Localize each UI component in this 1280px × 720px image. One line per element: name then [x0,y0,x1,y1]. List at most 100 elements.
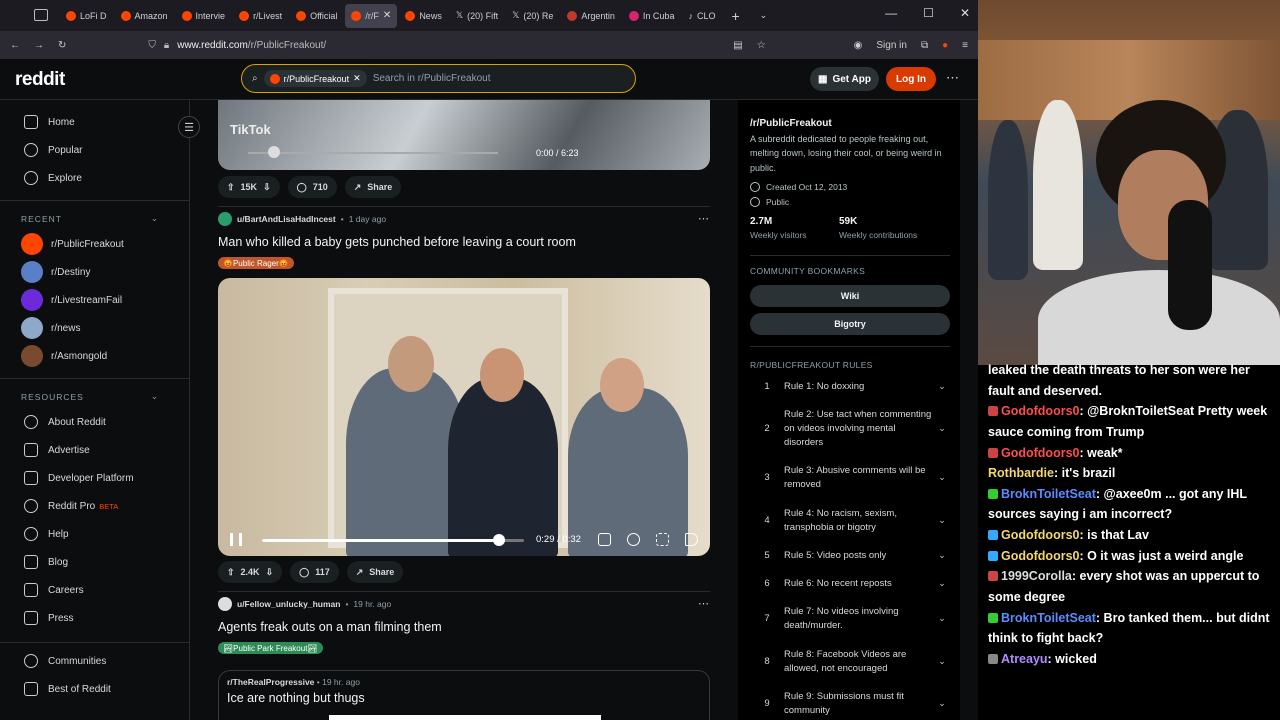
close-window-icon[interactable]: ✕ [960,6,970,20]
reload-icon[interactable]: ↻ [58,40,66,51]
nav-press[interactable]: Press [0,604,189,632]
chat-username[interactable]: Godofdoors0 [1001,404,1079,418]
browser-tab-active[interactable]: /r/F ✕ [345,3,398,28]
bookmark-bigotry-button[interactable]: Bigotry [750,313,950,335]
reader-view-icon[interactable]: ▤ [733,40,742,51]
list-all-tabs-icon[interactable] [34,9,48,21]
recent-subreddit[interactable]: r/LivestreamFail [0,286,189,314]
browser-tab[interactable]: ♪ CLO [682,4,721,28]
extensions-icon[interactable]: ⧉ [921,40,928,51]
remove-chip-icon[interactable]: ✕ [353,73,361,84]
upvote-icon[interactable]: ⇧ [227,182,235,193]
browser-tab[interactable]: r/Livest [233,4,288,28]
post-options-icon[interactable]: ⋯ [698,212,709,225]
nav-help[interactable]: Help [0,520,189,548]
chat-username[interactable]: BroknToiletSeat [1001,611,1096,625]
share-button[interactable]: ↗ Share [344,176,402,198]
chevron-down-icon[interactable]: ⌄ [760,10,768,21]
search-bar[interactable]: ⌕ r/PublicFreakout ✕ Search in r/PublicF… [241,64,636,93]
collapse-sidebar-button[interactable]: ☰ [178,116,200,138]
settings-gear-icon[interactable] [627,533,640,546]
nav-developer-platform[interactable]: Developer Platform [0,464,189,492]
chat-username[interactable]: BroknToiletSeat [1001,487,1096,501]
nav-advertise[interactable]: Advertise [0,436,189,464]
browser-tab[interactable]: Intervie [176,4,232,28]
browser-tab[interactable]: Amazon [115,4,174,28]
chat-username[interactable]: Godofdoors0 [1001,446,1079,460]
vote-pill[interactable]: ⇧ 2.4K ⇩ [218,561,283,583]
recent-subreddit[interactable]: r/PublicFreakout [0,230,189,258]
browser-tab[interactable]: 𝕏 (20) Fift [450,4,504,28]
rule-item[interactable]: 3 Rule 3: Abusive comments will be remove… [750,464,950,492]
subreddit-search-chip[interactable]: r/PublicFreakout ✕ [263,70,367,87]
rule-item[interactable]: 8 Rule 8: Facebook Videos are allowed, no… [750,648,950,676]
rule-item[interactable]: 5 Rule 5: Video posts only ⌄ [750,549,950,563]
nav-reddit-pro[interactable]: Reddit Pro BETA [0,492,189,520]
rule-item[interactable]: 2 Rule 2: Use tact when commenting on vid… [750,408,950,449]
reddit-logo[interactable]: reddit [15,69,65,91]
browser-tab[interactable]: In Cuba [623,4,681,28]
chat-username[interactable]: Atreayu [1001,652,1048,666]
notification-icon[interactable]: ● [942,40,948,51]
recent-subreddit[interactable]: r/news [0,314,189,342]
chat-username[interactable]: Rothbardie [988,466,1054,480]
video-scrubber-handle[interactable] [268,146,280,158]
post-title[interactable]: Agents freak outs on a man filming them [218,620,442,634]
search-input[interactable]: Search in r/PublicFreakout [373,73,491,84]
video-player-top[interactable]: TikTok 0:00 / 6:23 [218,100,710,170]
downvote-icon[interactable]: ⇩ [266,567,274,578]
app-menu-icon[interactable]: ≡ [962,40,968,51]
post-options-icon[interactable]: ⋯ [698,597,709,610]
nav-popular[interactable]: Popular [0,136,189,164]
nav-blog[interactable]: Blog [0,548,189,576]
rule-item[interactable]: 1 Rule 1: No doxxing ⌄ [750,380,950,394]
rule-item[interactable]: 7 Rule 7: No videos involving death/murde… [750,605,950,633]
video-scrubber-handle[interactable] [493,534,506,546]
post-title[interactable]: Man who killed a baby gets punched befor… [218,235,576,249]
nav-best-of-reddit[interactable]: Best of Reddit [0,675,189,703]
new-tab-icon[interactable]: + [731,8,739,24]
video-progress-track[interactable] [248,152,498,154]
address-bar[interactable]: ⛉ 🔒︎ www.reddit.com/r/PublicFreakout/ [80,40,719,51]
recent-subreddit[interactable]: r/Destiny [0,258,189,286]
rule-item[interactable]: 6 Rule 6: No recent reposts ⌄ [750,577,950,591]
close-tab-icon[interactable]: ✕ [383,10,391,21]
share-button[interactable]: ↗ Share [346,561,404,583]
crosspost-card[interactable]: r/TheRealProgressive • 19 hr. ago Ice ar… [218,670,710,720]
maximize-icon[interactable]: ☐ [923,6,934,20]
post-flair[interactable]: 🏞Public Park Freakout🏞 [218,642,323,654]
volume-icon[interactable] [685,533,698,546]
nav-careers[interactable]: Careers [0,576,189,604]
shield-icon[interactable]: ⛉ [148,40,156,51]
nav-home[interactable]: Home [0,108,189,136]
rule-item[interactable]: 9 Rule 9: Submissions must fit community ⌄ [750,690,950,718]
login-button[interactable]: Log In [886,67,936,91]
back-icon[interactable]: ← [10,40,20,51]
crosspost-title[interactable]: Ice are nothing but thugs [227,691,365,705]
forward-icon[interactable]: → [34,40,44,51]
minimize-icon[interactable]: — [885,6,897,20]
get-app-button[interactable]: ▦ Get App [810,67,879,91]
browser-tab[interactable]: Official [290,4,343,28]
post-author[interactable]: u/Fellow_unlucky_human [237,599,340,609]
chat-username[interactable]: Godofdoors0 [1001,528,1079,542]
recent-subreddit[interactable]: r/Asmongold [0,342,189,370]
rule-item[interactable]: 4 Rule 4: No racism, sexism, transphobia … [750,507,950,535]
post-author[interactable]: u/BartAndLisaHadIncest [237,214,336,224]
recent-section-header[interactable]: RECENT ⌄ [0,200,189,230]
user-avatar[interactable] [218,212,232,226]
comments-button[interactable]: ◯ 710 [287,176,337,198]
bookmark-star-icon[interactable]: ☆ [757,40,766,51]
post-flair[interactable]: 😡Public Rager😡 [218,257,294,269]
nav-communities[interactable]: Communities [0,647,189,675]
signin-link[interactable]: Sign in [876,40,907,51]
user-avatar[interactable] [218,597,232,611]
nav-explore[interactable]: Explore [0,164,189,192]
upvote-icon[interactable]: ⇧ [227,567,235,578]
browser-tab[interactable]: 𝕏 (20) Re [506,4,559,28]
pause-icon[interactable] [230,533,242,546]
chat-username[interactable]: 1999Corolla [1001,569,1072,583]
browser-tab[interactable]: Argentin [561,4,621,28]
video-progress-track[interactable] [262,539,524,542]
vote-pill[interactable]: ⇧ 15K ⇩ [218,176,280,198]
